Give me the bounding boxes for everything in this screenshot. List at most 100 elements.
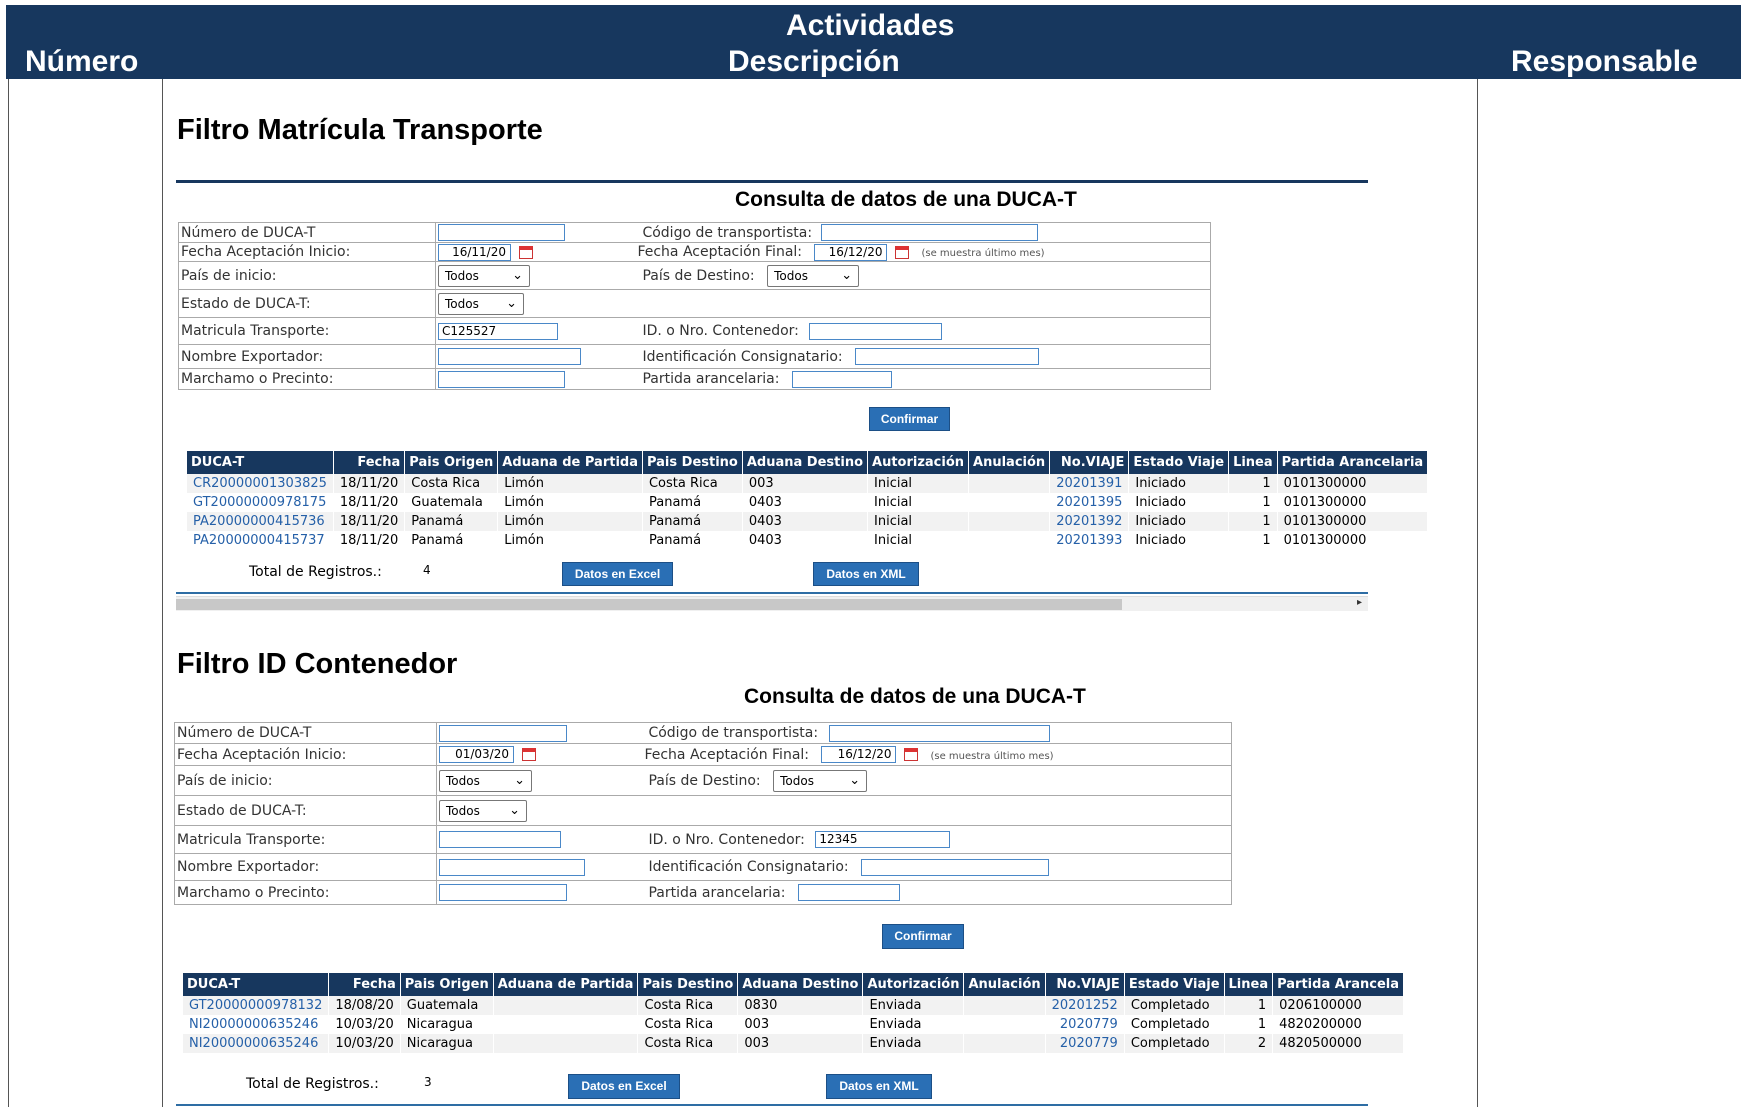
seal-input[interactable]	[438, 370, 565, 388]
confirm-button[interactable]: Confirmar	[882, 924, 964, 949]
column-header[interactable]: DUCA-T	[187, 451, 334, 474]
column-header[interactable]: Pais Destino	[642, 451, 743, 474]
consignee-id-input[interactable]	[861, 858, 1050, 876]
table-cell: 1	[1228, 474, 1278, 493]
destination-country-select[interactable]: Todos ⌄	[773, 769, 868, 792]
column-header[interactable]: Anulación	[963, 973, 1046, 996]
column-header[interactable]: No.VIAJE	[1045, 973, 1125, 996]
table-cell: Enviada	[862, 1034, 965, 1053]
trip-link[interactable]: 2020779	[1060, 1017, 1118, 1032]
carrier-code-input[interactable]	[828, 724, 1050, 742]
column-header[interactable]: No.VIAJE	[1049, 451, 1130, 474]
horizontal-scrollbar[interactable]: ▸	[176, 596, 1368, 611]
duca-link[interactable]: GT20000000978132	[189, 998, 322, 1013]
column-header[interactable]: Aduana Destino	[737, 973, 864, 996]
column-header[interactable]: Estado Viaje	[1128, 451, 1230, 474]
duca-link[interactable]: PA20000000415736	[193, 514, 325, 529]
trip-link[interactable]: 20201392	[1056, 514, 1122, 529]
column-header[interactable]: Aduana de Partida	[497, 451, 643, 474]
query-title: Consulta de datos de una DUCA-T	[735, 188, 1077, 211]
column-header[interactable]: Autorización	[867, 451, 970, 474]
consignee-id-input[interactable]	[855, 348, 1040, 365]
calendar-icon[interactable]	[895, 245, 910, 259]
column-header[interactable]: Fecha	[333, 451, 406, 474]
field-label: Código de transportista:	[642, 224, 813, 241]
table-cell: Costa Rica	[637, 1034, 739, 1053]
destination-country-select[interactable]: Todos ⌄	[767, 264, 860, 287]
column-header[interactable]: Linea	[1228, 451, 1278, 474]
column-header[interactable]: Anulación	[968, 451, 1051, 474]
duca-link[interactable]: NI20000000635246	[189, 1036, 318, 1051]
end-date-input[interactable]: 16/12/20	[814, 243, 888, 261]
column-header[interactable]: DUCA-T	[183, 973, 330, 996]
table-cell: 0101300000	[1277, 531, 1429, 550]
tariff-input[interactable]	[797, 884, 900, 901]
export-excel-button[interactable]: Datos en Excel	[568, 1074, 680, 1099]
column-header[interactable]: Partida Arancelaria	[1277, 451, 1429, 474]
column-header[interactable]: Pais Origen	[404, 451, 499, 474]
field-label: Fecha Aceptación Final:	[644, 746, 810, 763]
duca-link[interactable]: NI20000000635246	[189, 1017, 318, 1032]
chevron-down-icon: ⌄	[509, 802, 520, 818]
field-label: Número de DUCA-T	[174, 722, 437, 744]
column-header[interactable]: Aduana de Partida	[493, 973, 639, 996]
tariff-input[interactable]	[791, 370, 892, 388]
column-header[interactable]: Partida Arancela	[1272, 973, 1404, 996]
panel-bottom-border	[176, 1104, 1368, 1106]
field-label: País de inicio:	[178, 261, 436, 290]
origin-country-select[interactable]: Todos ⌄	[439, 769, 532, 792]
duca-state-select[interactable]: Todos ⌄	[439, 799, 527, 822]
transport-plate-input[interactable]: C125527	[438, 322, 558, 340]
calendar-icon[interactable]	[519, 245, 533, 259]
column-header[interactable]: Pais Destino	[637, 973, 739, 996]
table-cell: 1	[1228, 512, 1278, 531]
scroll-right-arrow-icon[interactable]: ▸	[1357, 597, 1362, 608]
exporter-name-input[interactable]	[439, 858, 585, 876]
field-label: Identificación Consignatario:	[648, 859, 849, 875]
column-header[interactable]: Linea	[1224, 973, 1274, 996]
duca-link[interactable]: PA20000000415737	[193, 533, 325, 548]
confirm-button[interactable]: Confirmar	[869, 407, 950, 431]
column-header[interactable]: Autorización	[862, 973, 965, 996]
table-cell	[968, 512, 1051, 531]
table-cell: 10/03/20	[328, 1015, 401, 1034]
trip-link[interactable]: 20201252	[1052, 998, 1118, 1013]
table-cell: 0101300000	[1277, 493, 1429, 512]
export-xml-button[interactable]: Datos en XML	[826, 1074, 932, 1099]
export-xml-button[interactable]: Datos en XML	[813, 562, 919, 586]
table-row: GT20000000978132 18/08/20 Guatemala Costa R…	[183, 996, 1404, 1015]
exporter-name-input[interactable]	[438, 348, 581, 365]
column-header[interactable]: Estado Viaje	[1124, 973, 1225, 996]
duca-number-input[interactable]	[438, 224, 565, 241]
trip-link[interactable]: 20201391	[1056, 476, 1122, 491]
trip-link[interactable]: 2020779	[1060, 1036, 1118, 1051]
carrier-code-input[interactable]	[820, 224, 1038, 241]
export-excel-button[interactable]: Datos en Excel	[562, 562, 673, 586]
duca-link[interactable]: GT20000000978175	[193, 495, 326, 510]
calendar-icon[interactable]	[522, 748, 536, 761]
table-cell: 2020779	[1045, 1015, 1125, 1034]
end-date-input[interactable]: 16/12/20	[821, 746, 897, 763]
transport-plate-input[interactable]	[439, 831, 561, 848]
chevron-down-icon: ⌄	[514, 772, 525, 788]
scrollbar-thumb[interactable]	[176, 599, 1122, 610]
seal-input[interactable]	[439, 884, 567, 901]
table-cell: PA20000000415736	[187, 512, 334, 531]
column-header[interactable]: Pais Origen	[400, 973, 494, 996]
table-cell: 0830	[737, 996, 864, 1015]
table-cell: Panamá	[642, 531, 743, 550]
column-header[interactable]: Aduana Destino	[742, 451, 869, 474]
container-id-input[interactable]	[809, 322, 943, 340]
start-date-input[interactable]: 16/11/20	[438, 243, 511, 261]
duca-state-select[interactable]: Todos ⌄	[438, 292, 524, 315]
trip-link[interactable]: 20201395	[1056, 495, 1122, 510]
trip-link[interactable]: 20201393	[1056, 533, 1122, 548]
column-divider	[1477, 79, 1478, 1107]
duca-number-input[interactable]	[439, 724, 567, 742]
column-header[interactable]: Fecha	[328, 973, 401, 996]
container-id-input[interactable]: 12345	[815, 831, 951, 848]
origin-country-select[interactable]: Todos ⌄	[438, 264, 530, 287]
start-date-input[interactable]: 01/03/20	[439, 746, 514, 763]
duca-link[interactable]: CR20000001303825	[193, 476, 327, 491]
calendar-icon[interactable]	[904, 748, 919, 761]
